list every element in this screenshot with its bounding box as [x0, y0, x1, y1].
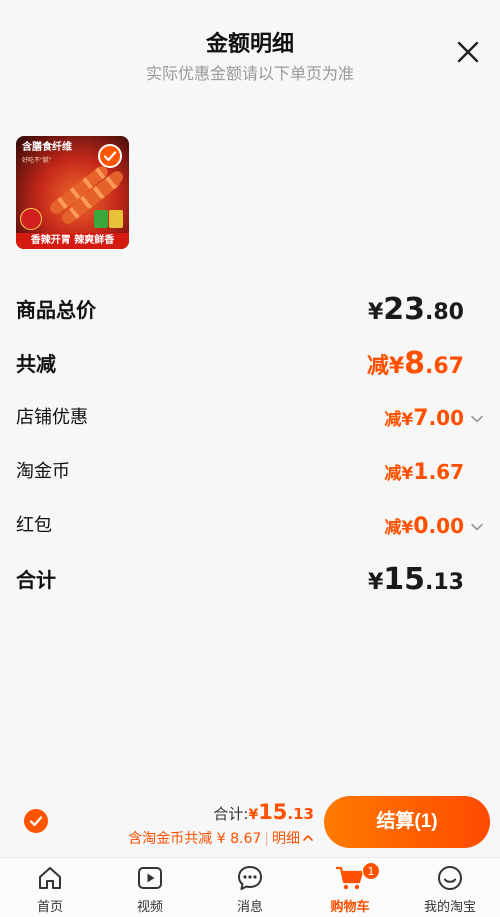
currency-symbol: ¥	[367, 570, 384, 595]
taojinbi-label: 淘金币	[16, 461, 70, 482]
product-brand-subtext: 好吃不"腻"	[22, 157, 52, 164]
home-icon	[39, 867, 61, 889]
footer-sum: 合计:¥15.13	[213, 800, 314, 824]
row-total-discount: 共减 减¥8.67	[16, 349, 484, 380]
discount-prefix: 减	[366, 354, 389, 379]
tab-label: 首页	[36, 900, 63, 915]
taojinbi-value: 减¥1.67	[384, 457, 464, 489]
currency-symbol: ¥	[388, 354, 405, 379]
checkout-button[interactable]: 结算(1)	[324, 796, 490, 848]
chevron-down-icon[interactable]	[470, 411, 484, 425]
row-total-price: 商品总价 ¥23.80	[16, 295, 484, 326]
discount-prefix: 减	[384, 410, 402, 430]
tab-home[interactable]: 首页	[0, 858, 100, 917]
discount-prefix: 减	[384, 464, 402, 484]
currency-symbol: ¥	[401, 410, 414, 430]
tab-messages[interactable]: 消息	[200, 858, 300, 917]
shop-discount-label: 店铺优惠	[16, 407, 88, 428]
message-icon	[238, 866, 262, 890]
currency-symbol: ¥	[367, 300, 384, 325]
row-grand-total: 合计 ¥15.13	[16, 565, 484, 596]
amount-integer: 7	[413, 406, 429, 431]
amount-decimal: .67	[425, 354, 464, 379]
promo-badge-graphic	[20, 208, 42, 230]
sheet-title: 金额明细	[205, 32, 294, 57]
chevron-up-icon	[303, 835, 313, 841]
select-all-check-icon[interactable]	[24, 809, 48, 833]
tab-cart[interactable]: 1 购物车	[300, 858, 400, 917]
package-graphic	[109, 210, 123, 228]
footer-sum-label: 合计:	[213, 805, 249, 823]
footer-discount-text: 含淘金币共减 ¥ 8.67	[128, 831, 262, 847]
product-brand-text: 含膳食纤维	[22, 142, 72, 153]
currency-symbol: ¥	[248, 807, 259, 823]
total-discount-value: 减¥8.67	[367, 349, 464, 383]
cart-count-badge: 1	[362, 862, 380, 880]
amount-decimal: .00	[428, 514, 464, 538]
shop-discount-value: 减¥7.00	[384, 403, 464, 435]
product-slogan: 香辣开胃 辣爽鲜香	[16, 233, 129, 249]
tab-label: 消息	[236, 900, 263, 915]
footer-sum-integer: 15	[258, 800, 288, 824]
total-discount-label: 共减	[16, 352, 56, 376]
amount-integer: 1	[413, 460, 429, 485]
total-price-label: 商品总价	[16, 298, 96, 322]
amount-integer: 23	[383, 292, 426, 327]
red-packet-value: 减¥0.00	[384, 511, 464, 543]
currency-symbol: ¥	[401, 518, 414, 538]
product-thumbnail[interactable]: 含膳食纤维 好吃不"腻" 香辣开胃 辣爽鲜香	[16, 136, 129, 249]
tab-label: 购物车	[330, 900, 370, 915]
cart-icon	[336, 866, 364, 890]
tab-label: 视频	[136, 900, 163, 915]
tab-video[interactable]: 视频	[100, 858, 200, 917]
amount-decimal: .00	[428, 406, 464, 430]
amount-integer: 15	[383, 562, 426, 597]
product-selected-check-icon	[98, 144, 122, 168]
amount-decimal: .80	[425, 300, 464, 325]
amount-decimal: .13	[425, 570, 464, 595]
video-icon	[138, 867, 162, 889]
red-packet-label: 红包	[16, 515, 52, 536]
bottom-tab-bar: 首页 视频 消息 1 购物车 我的淘宝	[0, 857, 500, 917]
amount-integer: 8	[404, 346, 426, 381]
detail-toggle-button[interactable]: 明细	[272, 831, 314, 847]
amount-detail-sheet: 金额明细 实际优惠金额请以下单页为准 含膳食纤维 好吃不"腻" 香辣开胃 辣爽鲜…	[0, 0, 500, 782]
package-graphic	[94, 210, 108, 228]
close-icon[interactable]	[456, 40, 480, 64]
footer-sum-decimal: .13	[287, 805, 314, 823]
total-price-value: ¥23.80	[368, 295, 464, 329]
detail-label: 明细	[272, 831, 300, 847]
row-red-packet[interactable]: 红包 减¥0.00	[16, 511, 484, 541]
tab-label: 我的淘宝	[423, 900, 476, 915]
amount-decimal: .67	[428, 460, 464, 484]
profile-icon	[438, 866, 462, 890]
row-shop-discount[interactable]: 店铺优惠 减¥7.00	[16, 403, 484, 433]
footer-separator: |	[264, 831, 269, 847]
footer-discount-line: 含淘金币共减 ¥ 8.67 | 明细	[128, 828, 314, 848]
chevron-down-icon[interactable]	[470, 519, 484, 533]
discount-prefix: 减	[384, 518, 402, 538]
grand-total-value: ¥15.13	[368, 565, 464, 599]
sheet-subtitle: 实际优惠金额请以下单页为准	[145, 64, 354, 83]
grand-total-label: 合计	[16, 568, 56, 592]
tab-my-taobao[interactable]: 我的淘宝	[400, 858, 500, 917]
currency-symbol: ¥	[401, 464, 414, 484]
row-taojinbi: 淘金币 减¥1.67	[16, 457, 484, 487]
amount-integer: 0	[413, 514, 429, 539]
